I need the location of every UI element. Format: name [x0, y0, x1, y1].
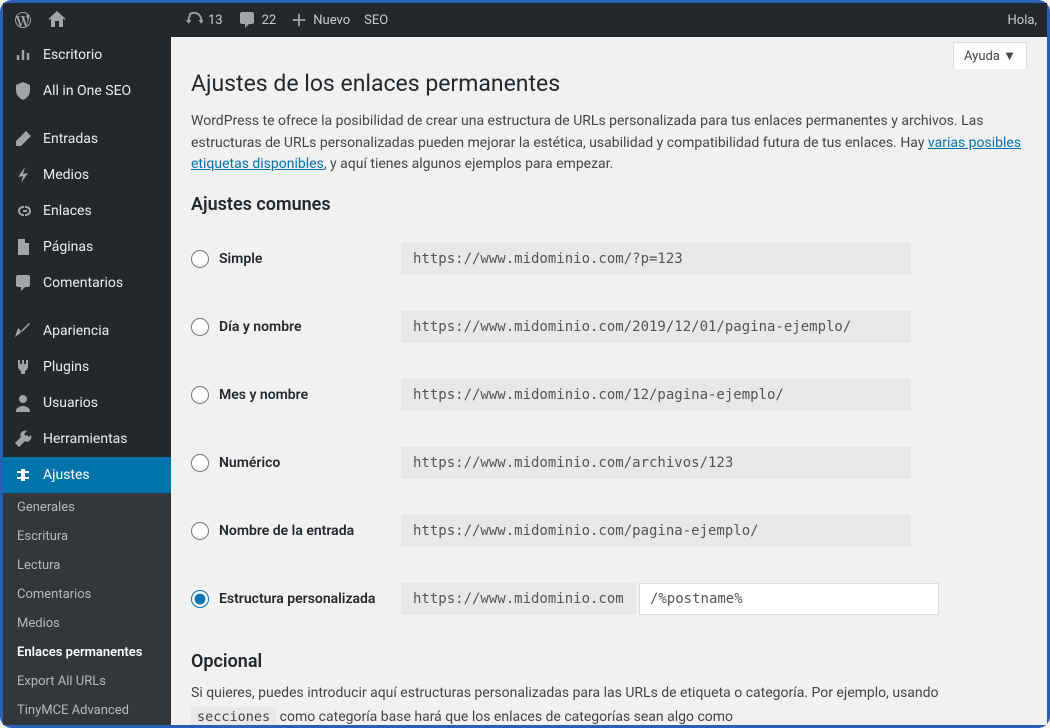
- page-title: Ajustes de los enlaces permanentes: [191, 70, 1027, 97]
- code-post-name: https://www.midominio.com/pagina-ejemplo…: [401, 515, 911, 547]
- option-day-name: Día y nombre https://www.midominio.com/2…: [191, 293, 1027, 361]
- code-secciones: secciones: [191, 707, 276, 725]
- optional-description: Si quieres, puedes introducir aquí estru…: [191, 682, 1027, 725]
- menu-links[interactable]: Enlaces: [3, 193, 171, 229]
- option-post-name: Nombre de la entrada https://www.midomin…: [191, 497, 1027, 565]
- code-numeric: https://www.midominio.com/archivos/123: [401, 447, 911, 479]
- updates-count: 13: [208, 13, 223, 28]
- radio-post-name[interactable]: [191, 522, 209, 540]
- greeting[interactable]: Hola,: [1008, 13, 1037, 28]
- wp-logo-icon[interactable]: [13, 10, 33, 30]
- sub-reading[interactable]: Lectura: [3, 551, 171, 580]
- radio-month-name[interactable]: [191, 386, 209, 404]
- sub-tinymce[interactable]: TinyMCE Advanced: [3, 696, 171, 725]
- sub-discussion[interactable]: Comentarios: [3, 580, 171, 609]
- main-content: Ayuda ▼ Ajustes de los enlaces permanent…: [171, 37, 1047, 725]
- custom-prefix: https://www.midominio.com: [401, 583, 636, 615]
- menu-users[interactable]: Usuarios: [3, 385, 171, 421]
- code-simple: https://www.midominio.com/?p=123: [401, 243, 911, 275]
- radio-day-name[interactable]: [191, 318, 209, 336]
- admin-sidebar: Escritorio All in One SEO Entradas Medio…: [3, 37, 171, 725]
- comments-count: 22: [262, 13, 277, 28]
- option-numeric: Numérico https://www.midominio.com/archi…: [191, 429, 1027, 497]
- menu-aioseo[interactable]: All in One SEO: [3, 73, 171, 109]
- menu-plugins[interactable]: Plugins: [3, 349, 171, 385]
- code-month-name: https://www.midominio.com/12/pagina-ejem…: [401, 379, 911, 411]
- option-month-name: Mes y nombre https://www.midominio.com/1…: [191, 361, 1027, 429]
- sub-general[interactable]: Generales: [3, 493, 171, 522]
- comments-link[interactable]: 22: [237, 10, 277, 30]
- menu-dashboard[interactable]: Escritorio: [3, 37, 171, 73]
- option-custom: Estructura personalizada https://www.mid…: [191, 565, 1027, 633]
- sub-media[interactable]: Medios: [3, 609, 171, 638]
- home-icon[interactable]: [47, 10, 67, 30]
- option-simple: Simple https://www.midominio.com/?p=123: [191, 225, 1027, 293]
- optional-heading: Opcional: [191, 651, 1027, 672]
- menu-comments[interactable]: Comentarios: [3, 265, 171, 301]
- new-link[interactable]: Nuevo: [290, 11, 350, 29]
- menu-pages[interactable]: Páginas: [3, 229, 171, 265]
- radio-simple[interactable]: [191, 250, 209, 268]
- menu-media[interactable]: Medios: [3, 157, 171, 193]
- code-day-name: https://www.midominio.com/2019/12/01/pag…: [401, 311, 911, 343]
- admin-topbar: 13 22 Nuevo SEO Hola,: [3, 3, 1047, 37]
- radio-custom[interactable]: [191, 590, 209, 608]
- updates-link[interactable]: 13: [185, 11, 223, 29]
- settings-submenu: Generales Escritura Lectura Comentarios …: [3, 493, 171, 725]
- menu-appearance[interactable]: Apariencia: [3, 313, 171, 349]
- radio-numeric[interactable]: [191, 454, 209, 472]
- help-tab[interactable]: Ayuda ▼: [953, 42, 1027, 69]
- custom-structure-input[interactable]: [639, 583, 939, 615]
- sub-writing[interactable]: Escritura: [3, 522, 171, 551]
- seo-link[interactable]: SEO: [364, 13, 388, 28]
- sub-export-urls[interactable]: Export All URLs: [3, 667, 171, 696]
- page-description: WordPress te ofrece la posibilidad de cr…: [191, 111, 1027, 176]
- sub-permalinks[interactable]: Enlaces permanentes: [3, 638, 171, 667]
- common-settings-heading: Ajustes comunes: [191, 194, 1027, 215]
- menu-posts[interactable]: Entradas: [3, 121, 171, 157]
- menu-tools[interactable]: Herramientas: [3, 421, 171, 457]
- menu-settings[interactable]: Ajustes: [3, 457, 171, 493]
